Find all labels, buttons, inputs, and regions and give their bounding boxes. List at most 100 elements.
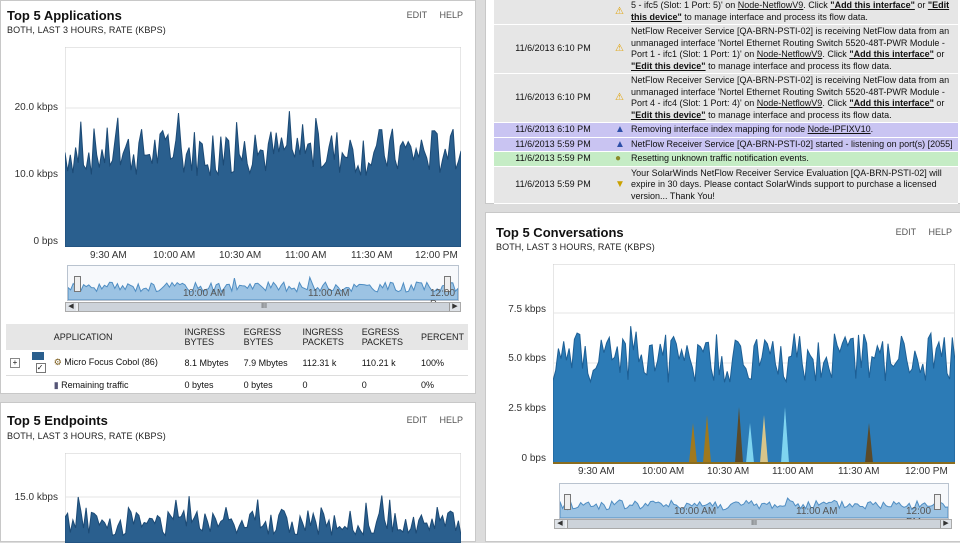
applications-edit-link[interactable]: EDIT: [407, 10, 427, 20]
event-text: Removing interface index mapping for nod…: [631, 124, 808, 134]
conversations-navigator[interactable]: 10:00 AM 11:00 AM 12:00 PM: [559, 483, 949, 519]
event-time: 11/6/2013 6:10 PM: [494, 123, 612, 138]
conversations-xtick-3: 10:30 AM: [707, 466, 749, 477]
events-table: ⚠ 5 - ifc5 (Slot: 1 Port: 5)' on Node-Net…: [494, 0, 958, 204]
conversations-area-chart[interactable]: [553, 264, 955, 464]
alert-triangle-icon: ▲: [615, 139, 625, 150]
endpoints-area-chart[interactable]: [65, 453, 461, 543]
col-egress-bytes: EGRESS BYTES: [240, 324, 299, 350]
event-row: 11/6/2013 6:10 PM⚠NetFlow Receiver Servi…: [494, 74, 958, 123]
applications-nav-tick-1: 10:00 AM: [183, 288, 225, 299]
node-link[interactable]: Node-IPFIXV10: [808, 124, 871, 134]
conversations-ytick-7-5: 7.5 kbps: [486, 304, 546, 315]
node-link[interactable]: Node-NetflowV9: [738, 0, 804, 10]
applications-table-header: APPLICATION INGRESS BYTES EGRESS BYTES I…: [6, 324, 468, 350]
applications-subtitle: BOTH, LAST 3 HOURS, RATE (KBPS): [7, 25, 166, 35]
application-name[interactable]: Micro Focus Cobol (86): [64, 357, 158, 367]
event-text: or: [934, 49, 945, 59]
event-text: Resetting unknown traffic notification e…: [631, 153, 809, 163]
event-text: . Click: [822, 49, 849, 59]
conversations-nav-tick-2: 11:00 AM: [796, 506, 838, 517]
applications-xtick-2: 10:00 AM: [153, 250, 195, 261]
cell-egress-bytes: 7.9 Mbytes: [240, 350, 299, 376]
endpoints-help-link[interactable]: HELP: [439, 415, 463, 425]
cell-ingress-bytes: 8.1 Mbytes: [181, 350, 240, 376]
conversations-help-link[interactable]: HELP: [928, 227, 952, 237]
conversations-subtitle: BOTH, LAST 3 HOURS, RATE (KBPS): [496, 242, 655, 252]
note-icon: ▼: [615, 179, 625, 190]
event-time: 11/6/2013 5:59 PM: [494, 166, 612, 204]
applications-ytick-0: 0 bps: [0, 236, 58, 247]
node-link[interactable]: Node-NetflowV9: [757, 98, 823, 108]
event-message: Your SolarWinds NetFlow Receiver Service…: [628, 166, 958, 204]
event-time: 11/6/2013 6:10 PM: [494, 74, 612, 123]
event-text: . Click: [822, 98, 849, 108]
events-panel: ⚠ 5 - ifc5 (Slot: 1 Port: 5)' on Node-Net…: [485, 0, 960, 204]
cell-ingress-bytes: 0 bytes: [181, 376, 240, 395]
info-circle-icon: ●: [615, 153, 621, 164]
warning-icon: ⚠: [615, 43, 624, 54]
cell-ingress-packets: 112.31 k: [299, 350, 358, 376]
conversations-ytick-2-5: 2.5 kbps: [486, 403, 546, 414]
event-row: 11/6/2013 6:10 PM⚠ NetFlow Receiver Servi…: [494, 25, 958, 74]
scroll-left-arrow-icon[interactable]: ◀: [66, 303, 76, 311]
scroll-right-arrow-icon[interactable]: ▶: [450, 303, 460, 311]
endpoints-title: Top 5 Endpoints: [7, 413, 108, 428]
edit-device-link[interactable]: "Edit this device": [631, 110, 706, 120]
event-text: 5 - ifc5 (Slot: 1 Port: 5)' on: [631, 0, 738, 10]
conversations-xtick-5: 11:30 AM: [838, 466, 880, 477]
endpoints-edit-link[interactable]: EDIT: [407, 415, 427, 425]
event-text: NetFlow Receiver Service [QA-BRN-PSTI-02…: [631, 139, 953, 149]
event-time: [494, 0, 612, 25]
node-link[interactable]: Node-NetflowV9: [757, 49, 823, 59]
conversations-links: EDIT HELP: [886, 227, 952, 237]
event-message: NetFlow Receiver Service [QA-BRN-PSTI-02…: [628, 25, 958, 74]
applications-scroll-thumb[interactable]: III: [78, 303, 450, 311]
conversations-nav-left-handle[interactable]: [564, 494, 571, 510]
conversations-xtick-1: 9:30 AM: [578, 466, 615, 477]
edit-device-link[interactable]: "Edit this device": [631, 61, 706, 71]
scroll-right-arrow-icon[interactable]: ▶: [941, 520, 951, 528]
add-interface-link[interactable]: "Add this interface": [849, 98, 934, 108]
event-message: Resetting unknown traffic notification e…: [628, 152, 958, 167]
col-ingress-packets: INGRESS PACKETS: [299, 324, 358, 350]
add-interface-link[interactable]: "Add this interface": [849, 49, 934, 59]
top-endpoints-panel: Top 5 Endpoints BOTH, LAST 3 HOURS, RATE…: [0, 402, 476, 542]
col-percent: PERCENT: [417, 324, 468, 350]
event-time: 11/6/2013 5:59 PM: [494, 152, 612, 167]
applications-help-link[interactable]: HELP: [439, 10, 463, 20]
warning-icon: ⚠: [615, 92, 624, 103]
event-text: to manage interface and process its flow…: [706, 110, 892, 120]
series-color-swatch: [32, 352, 44, 360]
applications-xtick-6: 12:00 PM: [415, 250, 458, 261]
applications-scrollbar[interactable]: ◀ III ▶: [65, 302, 461, 312]
applications-ytick-20: 20.0 kbps: [0, 102, 58, 113]
expand-plus-icon[interactable]: +: [10, 358, 20, 368]
applications-area-chart[interactable]: [65, 47, 461, 247]
conversations-scroll-thumb[interactable]: III: [567, 520, 941, 528]
conversations-scrollbar[interactable]: ◀ III ▶: [554, 519, 952, 529]
event-text: or: [934, 98, 945, 108]
applications-navigator[interactable]: 10:00 AM 11:00 AM 12:00 P: [67, 265, 459, 301]
event-time: 11/6/2013 5:59 PM: [494, 137, 612, 152]
row-checkbox[interactable]: ✓: [36, 363, 46, 373]
alert-triangle-icon: ▲: [615, 124, 625, 135]
table-row[interactable]: + ✓ ⚙ Micro Focus Cobol (86) 8.1 Mbytes …: [6, 350, 468, 376]
cell-egress-bytes: 0 bytes: [240, 376, 299, 395]
applications-xtick-4: 11:00 AM: [285, 250, 327, 261]
conversations-edit-link[interactable]: EDIT: [896, 227, 916, 237]
cell-ingress-packets: 0: [299, 376, 358, 395]
applications-title: Top 5 Applications: [7, 8, 122, 23]
event-time: 11/6/2013 6:10 PM: [494, 25, 612, 74]
conversations-xtick-2: 10:00 AM: [642, 466, 684, 477]
conversations-nav-tick-1: 10:00 AM: [674, 506, 716, 517]
event-text: .: [871, 124, 874, 134]
top-conversations-panel: Top 5 Conversations BOTH, LAST 3 HOURS, …: [485, 212, 960, 542]
table-row: ▮ Remaining traffic 0 bytes 0 bytes 0 0 …: [6, 376, 468, 395]
applications-links: EDIT HELP: [397, 10, 463, 20]
add-interface-link[interactable]: "Add this interface": [830, 0, 915, 10]
scroll-left-arrow-icon[interactable]: ◀: [555, 520, 565, 528]
applications-nav-left-handle[interactable]: [74, 276, 81, 292]
cell-percent: 0%: [417, 376, 468, 395]
conversations-xtick-4: 11:00 AM: [772, 466, 814, 477]
